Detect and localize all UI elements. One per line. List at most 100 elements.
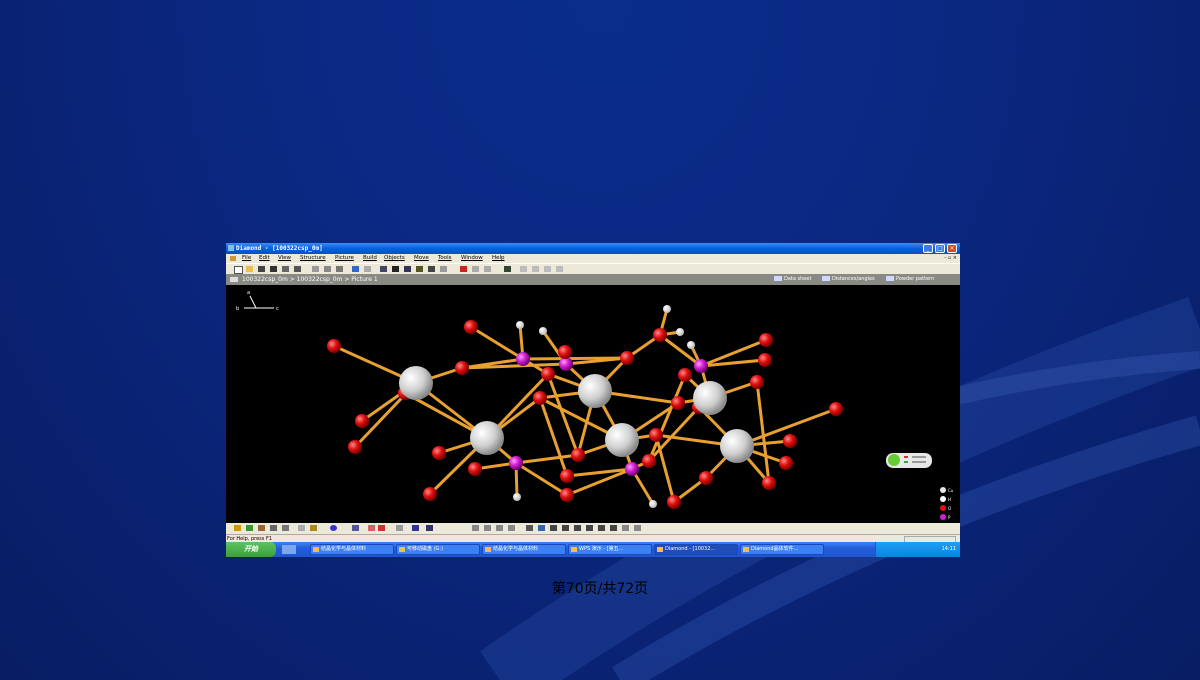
crystal-structure-drawing[interactable]: a b c Cu H O P — [226, 285, 960, 523]
phosphorus-atom[interactable] — [625, 462, 639, 476]
find-icon[interactable] — [270, 266, 277, 272]
measure-icon[interactable] — [412, 525, 419, 531]
print-preview-icon[interactable] — [282, 266, 289, 272]
taskbar-item-active[interactable]: Diamond - [10032... — [654, 544, 738, 555]
save-icon[interactable] — [258, 266, 265, 272]
move-icon[interactable] — [520, 266, 527, 272]
phosphorus-atom[interactable] — [559, 357, 573, 371]
oxygen-atom[interactable] — [829, 402, 843, 416]
menu-window[interactable]: Window — [461, 254, 483, 263]
triangle-icon[interactable] — [484, 525, 491, 531]
histogram-icon[interactable] — [472, 525, 479, 531]
sphere-icon[interactable] — [310, 525, 317, 531]
hydrogen-atom[interactable] — [649, 500, 657, 508]
angle-icon[interactable] — [586, 525, 593, 531]
cut-icon[interactable] — [312, 266, 319, 272]
pencil-icon[interactable] — [496, 525, 503, 531]
oxygen-atom[interactable] — [653, 328, 667, 342]
menu-move[interactable]: Move — [414, 254, 429, 263]
menu-build[interactable]: Build — [363, 254, 377, 263]
taskbar-item[interactable]: 结晶化学与晶体材料 — [310, 544, 394, 555]
oxygen-atom[interactable] — [779, 456, 793, 470]
pointer-icon[interactable] — [526, 525, 533, 531]
hydrogen-atom[interactable] — [663, 305, 671, 313]
oxygen-atom[interactable] — [455, 361, 469, 375]
new-icon[interactable] — [234, 266, 243, 274]
oxygen-atom[interactable] — [327, 339, 341, 353]
oxygen-atom[interactable] — [468, 462, 482, 476]
oxygen-atom[interactable] — [348, 440, 362, 454]
hydrogen-atom[interactable] — [539, 327, 547, 335]
molecule-icon[interactable] — [504, 266, 511, 272]
metal-atom[interactable] — [470, 421, 504, 455]
select-icon[interactable] — [538, 525, 545, 531]
oxygen-atom[interactable] — [762, 476, 776, 490]
oxygen-atom[interactable] — [558, 345, 572, 359]
menu-objects[interactable]: Objects — [384, 254, 405, 263]
metal-atom[interactable] — [720, 429, 754, 463]
color-icon[interactable] — [368, 525, 375, 531]
arrow-tool-icon[interactable] — [396, 525, 403, 531]
mdi-controls[interactable]: - ▫ × — [944, 254, 957, 263]
atom-style-icon[interactable] — [246, 525, 253, 531]
menu-file[interactable]: File — [242, 254, 251, 263]
close-button[interactable]: × — [947, 244, 957, 253]
oxygen-atom[interactable] — [699, 471, 713, 485]
maximize-button[interactable]: □ — [935, 244, 945, 253]
zoom-out-icon[interactable] — [556, 266, 563, 272]
rotate-icon[interactable] — [532, 266, 539, 272]
expand-icon[interactable] — [574, 525, 581, 531]
show-atoms-icon[interactable] — [484, 266, 491, 272]
taskbar-item[interactable]: 结晶化学与晶体材料 — [482, 544, 566, 555]
paste-view-icon[interactable] — [634, 525, 641, 531]
oxygen-atom[interactable] — [783, 434, 797, 448]
start-button[interactable]: 开始 — [226, 542, 276, 557]
taskbar-item[interactable]: Diamond晶体软件... — [740, 544, 824, 555]
remove-icon[interactable] — [378, 525, 385, 531]
oxygen-atom[interactable] — [667, 495, 681, 509]
copy-view-icon[interactable] — [622, 525, 629, 531]
menu-help[interactable]: Help — [492, 254, 505, 263]
settings-icon[interactable] — [610, 525, 617, 531]
redo-icon[interactable] — [364, 266, 371, 272]
hydrogen-atom[interactable] — [513, 493, 521, 501]
oxygen-atom[interactable] — [678, 368, 692, 382]
structure-tool-icon[interactable] — [380, 266, 387, 272]
print-icon[interactable] — [294, 266, 301, 272]
phosphorus-atom[interactable] — [509, 456, 523, 470]
hide-atoms-icon[interactable] — [472, 266, 479, 272]
oxygen-atom[interactable] — [355, 414, 369, 428]
document-icon[interactable] — [230, 256, 236, 261]
oxygen-atom[interactable] — [560, 488, 574, 502]
build-tool-icon[interactable] — [404, 266, 411, 272]
tab-distances-angles[interactable]: Distances/angles — [822, 274, 875, 285]
minimize-button[interactable]: _ — [923, 244, 933, 253]
hydrogen-atom[interactable] — [516, 321, 524, 329]
menu-edit[interactable]: Edit — [259, 254, 270, 263]
palette-icon[interactable] — [234, 525, 241, 531]
phosphorus-atom[interactable] — [516, 352, 530, 366]
hydrogen-atom[interactable] — [676, 328, 684, 336]
polyhedra-icon[interactable] — [270, 525, 277, 531]
menu-tools[interactable]: Tools — [438, 254, 452, 263]
oxygen-atom[interactable] — [571, 448, 585, 462]
taskbar-item[interactable]: WPS 演示 - [第五... — [568, 544, 652, 555]
oxygen-atom[interactable] — [649, 428, 663, 442]
oxygen-atom[interactable] — [671, 396, 685, 410]
oxygen-atom[interactable] — [464, 320, 478, 334]
rotate-view-icon[interactable] — [550, 525, 557, 531]
oxygen-atom[interactable] — [758, 353, 772, 367]
bond-style-icon[interactable] — [258, 525, 265, 531]
oxygen-atom[interactable] — [432, 446, 446, 460]
view-orientation-widget[interactable] — [886, 453, 932, 468]
lighting-icon[interactable] — [298, 525, 305, 531]
metal-atom[interactable] — [693, 381, 727, 415]
grid-view-icon[interactable] — [426, 525, 433, 531]
tab-powder-pattern[interactable]: Powder pattern — [886, 274, 934, 285]
hydrogen-atom[interactable] — [687, 341, 695, 349]
frame-icon[interactable] — [352, 525, 359, 531]
metal-atom[interactable] — [399, 366, 433, 400]
oxygen-atom[interactable] — [541, 367, 555, 381]
oxygen-atom[interactable] — [533, 391, 547, 405]
structure-viewport[interactable]: a b c Cu H O P — [226, 285, 960, 523]
